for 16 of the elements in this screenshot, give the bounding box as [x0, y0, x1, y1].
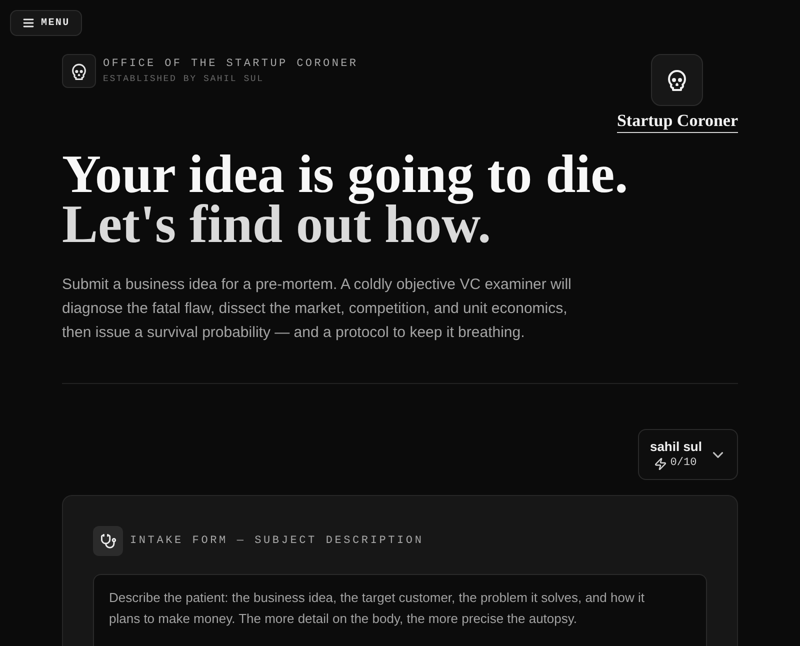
lightning-icon: [655, 458, 666, 470]
brand-link[interactable]: Startup Coroner: [616, 111, 738, 133]
intake-form-title: INTAKE FORM — SUBJECT DESCRIPTION: [130, 535, 424, 547]
skull-icon: [62, 54, 96, 88]
office-title: OFFICE OF THE STARTUP CORONER: [103, 57, 358, 72]
chevron-down-icon: [713, 452, 723, 458]
hero-description: Submit a business idea for a pre-mortem. A coldly objective VC examiner will diagnose the fatal flaw, dissect the market, competition, and unit economics, then issue a survival probability — and a protocol to keep it breathing.: [62, 275, 572, 343]
established-by: ESTABLISHED BY SAHIL SUL: [103, 73, 265, 86]
description-field[interactable]: Describe the patient: the business idea, the target customer, the problem it solves, and how it plans to make money. The more detail on the body, the more precise the autopsy.: [93, 574, 707, 646]
headline: Your idea is going to die.: [62, 154, 628, 204]
stethoscope-icon: [93, 526, 123, 556]
user-menu-button[interactable]: sahil sul 0/10: [638, 429, 738, 480]
menu-icon: [23, 18, 34, 28]
skull-icon: [651, 54, 704, 106]
menu-button[interactable]: MENU: [10, 10, 82, 36]
subheadline: Let's find out how.: [62, 204, 492, 254]
